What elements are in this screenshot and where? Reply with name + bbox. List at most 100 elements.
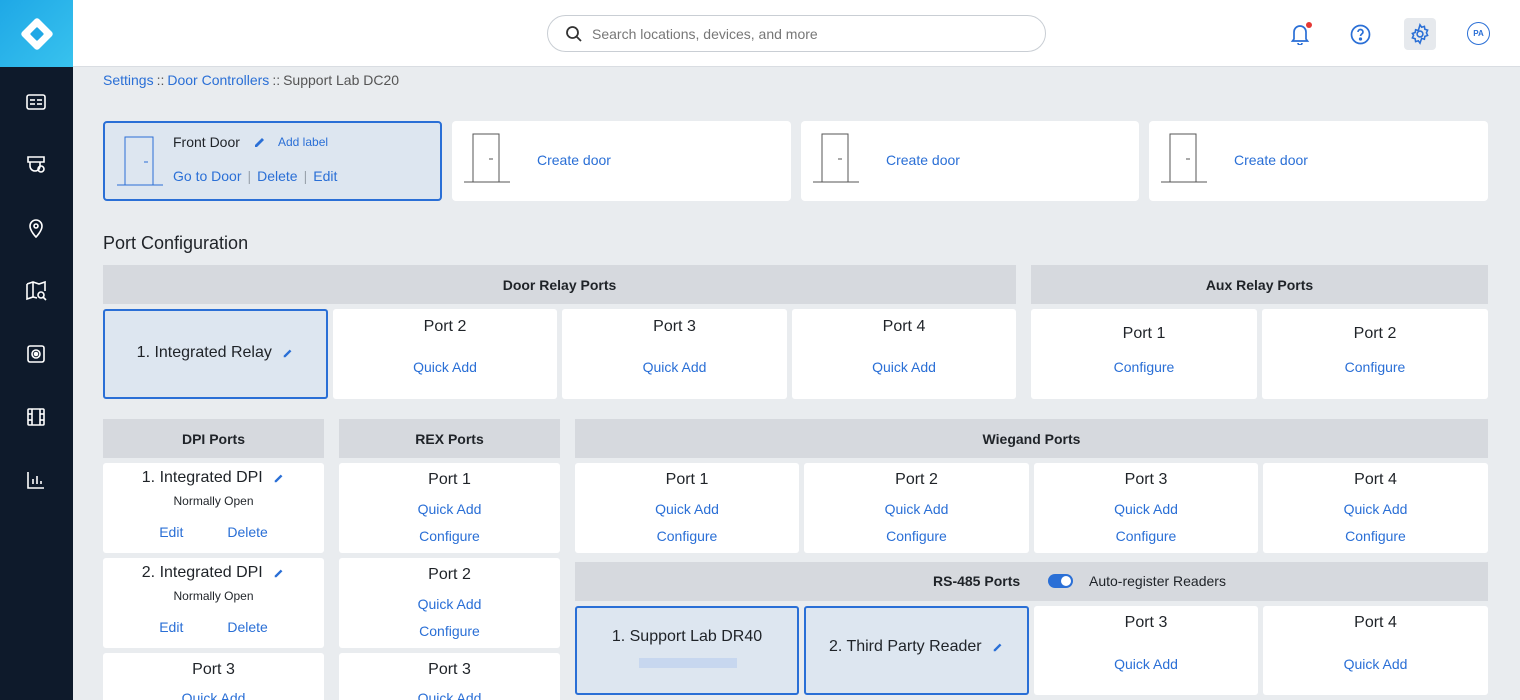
create-door-link[interactable]: Create door xyxy=(537,152,611,168)
door-card-front-door[interactable]: Front Door Add label Go to Door | Delete | E… xyxy=(103,121,442,201)
dpi-status: Normally Open xyxy=(173,589,254,603)
sidebar-item-analytics[interactable] xyxy=(24,468,48,492)
divider: | xyxy=(247,168,252,184)
auto-register-toggle[interactable] xyxy=(1048,574,1073,588)
dpi-port-3: Port 3 Quick Add xyxy=(103,653,324,700)
help-button[interactable] xyxy=(1344,18,1376,50)
port-title: Port 4 xyxy=(1354,471,1397,488)
dpi-port-2: 2. Integrated DPI Normally Open Edit Dele… xyxy=(103,558,324,648)
door-relay-port-1[interactable]: 1. Integrated Relay xyxy=(103,309,328,399)
rex-header: REX Ports xyxy=(339,419,560,458)
edit-pencil-icon[interactable] xyxy=(273,567,285,579)
location-pin-icon xyxy=(29,219,43,239)
wiegand-port-2: Port 2 Quick Add Configure xyxy=(804,463,1029,553)
port-title: Port 3 xyxy=(1124,614,1168,631)
sidebar xyxy=(0,0,73,700)
door-actions: Go to Door | Delete | Edit xyxy=(173,168,337,184)
loading-placeholder xyxy=(639,658,737,668)
configure-link[interactable]: Configure xyxy=(1031,359,1257,375)
quick-add-link[interactable]: Quick Add xyxy=(333,359,557,375)
rs485-port-1[interactable]: 1. Support Lab DR40 xyxy=(575,606,799,695)
port-title-text: 2. Third Party Reader xyxy=(828,638,982,655)
quick-add-link[interactable]: Quick Add xyxy=(575,501,799,517)
sidebar-item-access-control[interactable] xyxy=(24,342,48,366)
breadcrumb: Settings:: Door Controllers:: Support Lab … xyxy=(103,72,399,88)
quick-add-link[interactable]: Quick Add xyxy=(339,501,560,517)
port-title: Port 2 xyxy=(428,566,471,583)
avatar[interactable]: PA xyxy=(1467,22,1490,45)
go-to-door-link[interactable]: Go to Door xyxy=(173,168,241,184)
quick-add-link[interactable]: Quick Add xyxy=(339,596,560,612)
film-icon xyxy=(27,408,45,426)
sidebar-item-locations[interactable] xyxy=(24,216,48,240)
delete-door-link[interactable]: Delete xyxy=(257,168,297,184)
configure-link[interactable]: Configure xyxy=(339,623,560,639)
configure-link[interactable]: Configure xyxy=(575,528,799,544)
delete-link[interactable]: Delete xyxy=(227,619,267,635)
sidebar-item-video[interactable] xyxy=(24,405,48,429)
quick-add-link[interactable]: Quick Add xyxy=(103,690,324,700)
port-title-text: 1. Integrated Relay xyxy=(136,344,272,361)
create-door-link[interactable]: Create door xyxy=(886,152,960,168)
port-title: 1. Integrated DPI xyxy=(103,469,324,487)
search-input[interactable] xyxy=(592,24,1022,44)
quick-add-link[interactable]: Quick Add xyxy=(792,359,1016,375)
dpi-status: Normally Open xyxy=(173,494,254,508)
rex-port-1: Port 1 Quick Add Configure xyxy=(339,463,560,553)
configure-link[interactable]: Configure xyxy=(1263,528,1488,544)
rs485-port-3: Port 3 Quick Add xyxy=(1034,606,1258,695)
search-bar[interactable] xyxy=(547,15,1046,52)
edit-pencil-icon[interactable] xyxy=(992,641,1004,653)
port-title: 1. Integrated Relay xyxy=(105,344,326,362)
configure-link[interactable]: Configure xyxy=(339,528,560,544)
logo[interactable] xyxy=(0,0,73,67)
quick-add-link[interactable]: Quick Add xyxy=(1034,501,1258,517)
port-title: Port 3 xyxy=(428,661,471,678)
door-icon xyxy=(117,136,163,186)
edit-pencil-icon[interactable] xyxy=(273,472,285,484)
quick-add-link[interactable]: Quick Add xyxy=(1263,656,1488,672)
dpi-port-1: 1. Integrated DPI Normally Open Edit Dele… xyxy=(103,463,324,553)
configure-link[interactable]: Configure xyxy=(804,528,1029,544)
port-title: Port 1 xyxy=(665,471,709,488)
port-title-text: 1. Integrated DPI xyxy=(141,469,263,486)
settings-button[interactable] xyxy=(1404,18,1436,50)
edit-link[interactable]: Edit xyxy=(159,619,183,635)
quick-add-link[interactable]: Quick Add xyxy=(562,359,787,375)
dashboard-icon xyxy=(26,94,46,110)
port-title: Port 4 xyxy=(882,318,926,335)
edit-door-link[interactable]: Edit xyxy=(313,168,337,184)
sidebar-item-map-search[interactable] xyxy=(24,279,48,303)
create-door-link[interactable]: Create door xyxy=(1234,152,1308,168)
breadcrumb-separator: :: xyxy=(156,72,165,88)
port-title: 2. Integrated DPI xyxy=(103,564,324,582)
sidebar-item-dashboard[interactable] xyxy=(24,90,48,114)
aux-relay-port-1: Port 1 Configure xyxy=(1031,309,1257,399)
help-icon xyxy=(1350,24,1370,44)
notifications-button[interactable] xyxy=(1284,18,1316,50)
edit-name-pencil-icon[interactable] xyxy=(253,135,267,149)
door-relay-port-2: Port 2 Quick Add xyxy=(333,309,557,399)
rs485-header xyxy=(575,562,1488,601)
door-name: Front Door xyxy=(173,134,240,150)
camera-icon xyxy=(27,156,45,173)
breadcrumb-door-controllers[interactable]: Door Controllers xyxy=(167,72,269,88)
port-title: Port 4 xyxy=(1354,614,1397,631)
quick-add-link[interactable]: Quick Add xyxy=(804,501,1029,517)
sidebar-item-cameras[interactable] xyxy=(24,152,48,176)
quick-add-link[interactable]: Quick Add xyxy=(339,690,560,700)
configure-link[interactable]: Configure xyxy=(1034,528,1258,544)
edit-pencil-icon[interactable] xyxy=(282,347,294,359)
edit-link[interactable]: Edit xyxy=(159,524,183,540)
quick-add-link[interactable]: Quick Add xyxy=(1263,501,1488,517)
add-label-link[interactable]: Add label xyxy=(278,135,328,149)
delete-link[interactable]: Delete xyxy=(227,524,267,540)
port-title-text: 2. Integrated DPI xyxy=(141,564,263,581)
wiegand-header: Wiegand Ports xyxy=(575,419,1488,458)
gear-icon xyxy=(1411,23,1429,45)
rs485-port-2[interactable]: 2. Third Party Reader xyxy=(804,606,1029,695)
configure-link[interactable]: Configure xyxy=(1262,359,1488,375)
quick-add-link[interactable]: Quick Add xyxy=(1034,656,1258,672)
breadcrumb-settings[interactable]: Settings xyxy=(103,72,154,88)
port-title: Port 2 xyxy=(1353,325,1397,342)
